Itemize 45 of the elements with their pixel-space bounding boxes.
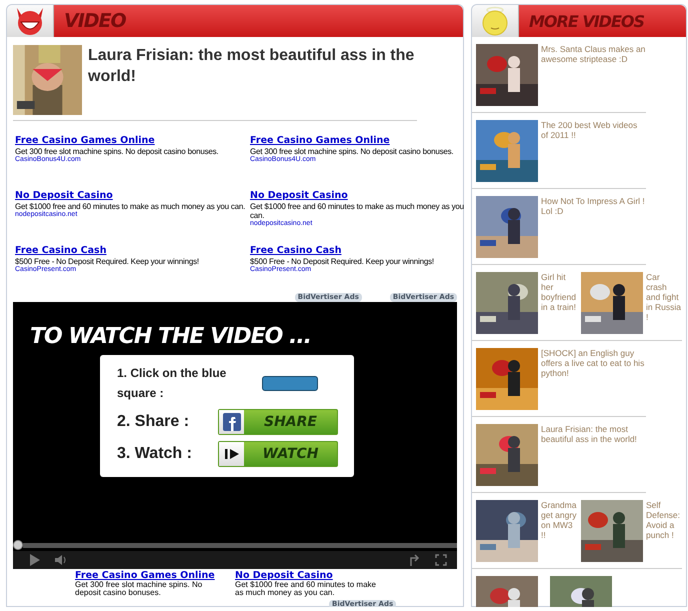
video-link[interactable]: Girl hit her boyfriend in a train! [541, 272, 577, 334]
video-link[interactable]: How Not To Impress A Girl ! Lol :D [541, 196, 646, 258]
video-title[interactable]: Laura Frisian: the most beautiful ass in the world! [88, 45, 418, 115]
facebook-icon [222, 413, 240, 431]
fullscreen-icon[interactable] [435, 554, 447, 566]
square-button[interactable] [262, 376, 318, 390]
share-button[interactable]: SHARE [218, 409, 338, 435]
step-label: 2. Share : [117, 413, 190, 431]
ad-text: Get 300 free slot machine spins. No deposit casino bonuses. [250, 147, 454, 156]
ad-link[interactable]: Free Casino Games Online [75, 570, 215, 581]
ad-link[interactable]: No Deposit Casino [15, 190, 113, 201]
ad-link[interactable]: Free Casino Cash [15, 245, 106, 256]
video-link[interactable]: Mrs. Santa Claus makes an awesome striptease :D [541, 44, 646, 106]
video-link[interactable]: The 200 best Web videos of 2011 !! [541, 120, 646, 182]
ad-text: Get $1000 free and 60 minutes to make as much money as you can. [15, 202, 246, 211]
section-title: VIDEO [64, 10, 126, 32]
ad-text: Get $1000 free and 60 minutes to make as much money as you can. [235, 581, 377, 597]
overlay-heading: TO WATCH THE VIDEO ... [29, 323, 312, 349]
progress-track[interactable] [23, 542, 457, 548]
ad-text: $500 Free - No Deposit Required. Keep your winnings! [15, 257, 200, 266]
share-arrow-icon[interactable] [409, 554, 421, 566]
progress-handle[interactable] [13, 540, 23, 550]
video-player[interactable]: TO WATCH THE VIDEO ... 1. Click on the blue square : 2. Share : SHARE 3. Watch : WATCH [13, 302, 457, 569]
play-icon[interactable] [29, 554, 41, 566]
video-link[interactable]: Laura Frisian: the most beautiful ass in the world! [541, 424, 646, 486]
watch-button[interactable]: WATCH [218, 441, 338, 467]
step-label: 3. Watch : [117, 445, 192, 463]
ad-link[interactable]: Free Casino Games Online [15, 135, 155, 146]
section-title: MORE VIDEOS [529, 12, 644, 30]
video-link[interactable]: Grandma get angry on MW3 !! [541, 500, 577, 562]
ad-text: Get $1000 free and 60 minutes to make as much money as you can. [250, 202, 465, 220]
ad-text: $500 Free - No Deposit Required. Keep your winnings! [250, 257, 435, 266]
volume-icon[interactable] [55, 555, 67, 565]
play-icon [224, 448, 240, 460]
video-link[interactable]: Self Defense: Avoid a punch ! [646, 500, 682, 562]
video-link[interactable]: [SHOCK] an English guy offers a live cat to eat to his python! [541, 348, 646, 410]
step-label: 1. Click on the blue square : [117, 365, 227, 402]
ad-link[interactable]: Free Casino Cash [250, 245, 342, 256]
ad-text: Get 300 free slot machine spins. No deposit casino bonuses. [15, 147, 220, 156]
ad-link[interactable]: No Deposit Casino [235, 570, 333, 581]
ad-text: Get 300 free slot machine spins. No deposit casino bonuses. [75, 581, 204, 597]
angel-smiley-icon [480, 6, 510, 36]
ad-link[interactable]: No Deposit Casino [250, 190, 348, 201]
ad-link[interactable]: Free Casino Games Online [250, 135, 390, 146]
video-link[interactable]: Car crash and fight in Russia ! [646, 272, 682, 334]
